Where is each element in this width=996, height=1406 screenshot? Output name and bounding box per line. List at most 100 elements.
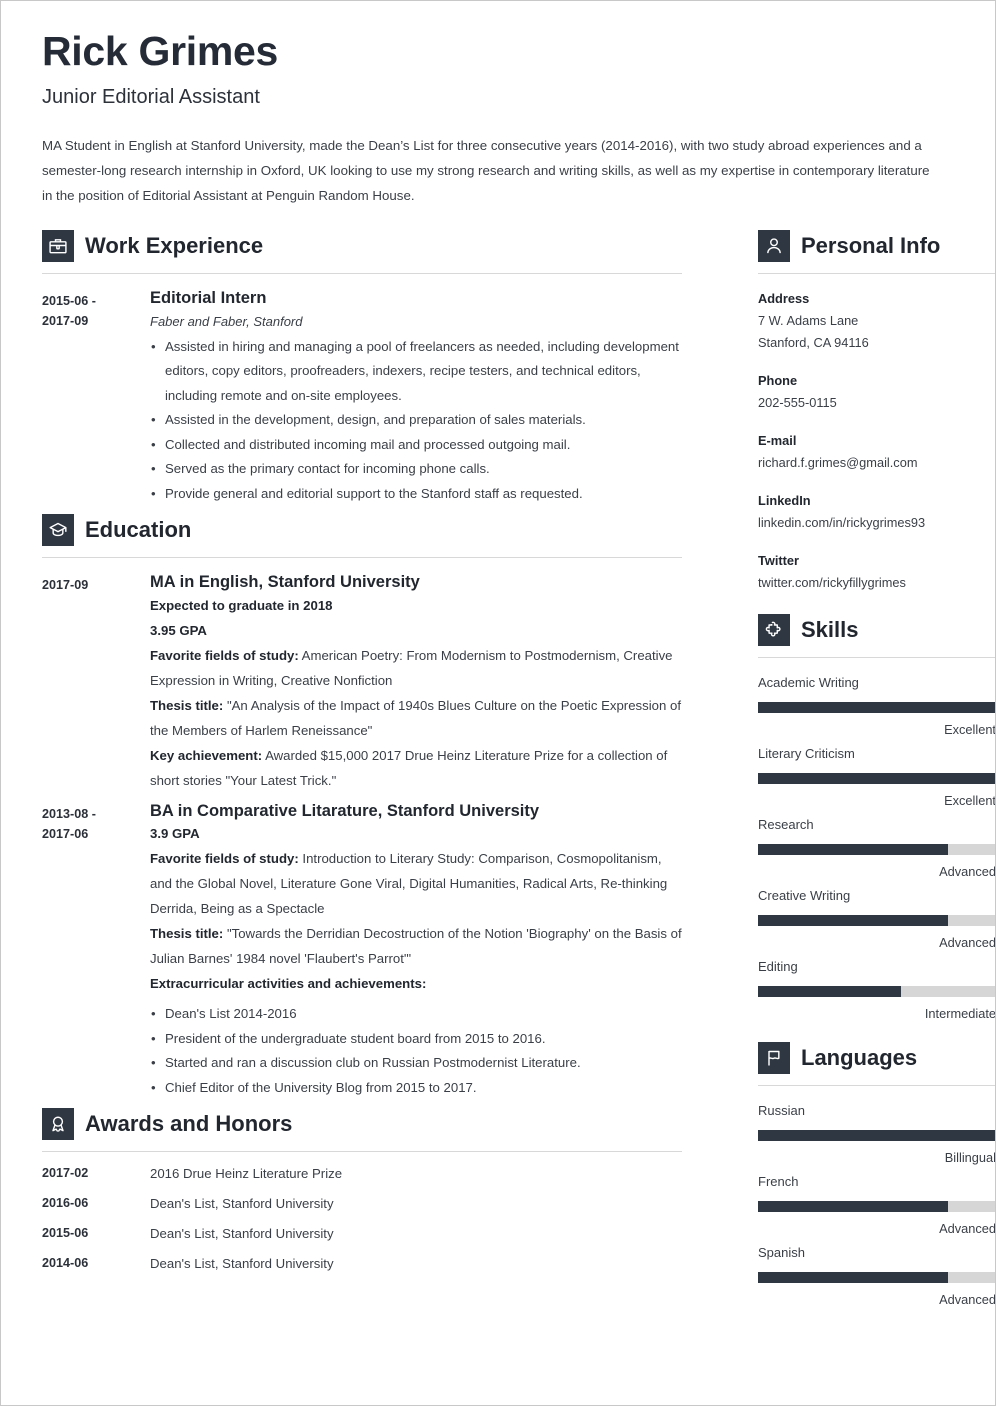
work-entry-bullets: Assisted in hiring and managing a pool o… xyxy=(150,335,682,507)
award-row: 2014-06 Dean's List, Stanford University xyxy=(42,1256,682,1271)
education-entry-date: 2017-09 xyxy=(42,572,150,793)
meter-track xyxy=(758,1272,995,1284)
resume-page: Rick Grimes Junior Editorial Assistant M… xyxy=(0,0,996,1406)
section-awards-and-honors: Awards and Honors 2017-02 2016 Drue Heinz… xyxy=(42,1108,682,1271)
proficiency-meter: Research Advanced xyxy=(758,814,995,882)
info-label: E-mail xyxy=(758,433,797,449)
main-column: Work Experience 2015-06 - 2017-09 Editor… xyxy=(42,230,682,1286)
section-title: Skills xyxy=(801,617,859,643)
meter-fill xyxy=(758,1201,949,1213)
section-title: Education xyxy=(85,517,192,543)
meter-label: Research xyxy=(758,817,814,833)
meter-label: French xyxy=(758,1174,799,1190)
proficiency-meter: French Advanced xyxy=(758,1171,996,1239)
bullet-item: Provide general and editorial support to… xyxy=(150,482,682,507)
meter-track xyxy=(758,844,995,856)
meter-fill xyxy=(758,702,995,714)
education-entry-title: MA in English, Stanford University xyxy=(150,573,420,592)
date-line-1: 2015-06 - xyxy=(42,294,96,309)
education-detail-label: Key achievement: xyxy=(150,747,263,763)
meter-level-label: Billingual xyxy=(944,1150,996,1166)
proficiency-meter: Editing Intermediate xyxy=(758,956,996,1024)
award-text: Dean's List, Stanford University xyxy=(150,1256,334,1272)
education-detail-label: Thesis title: xyxy=(150,926,224,942)
education-highlight: Expected to graduate in 2018 xyxy=(150,597,333,613)
proficiency-meter: Creative Writing Advanced xyxy=(758,885,995,953)
section-divider xyxy=(42,1151,682,1153)
education-highlight: 3.95 GPA xyxy=(150,622,207,638)
meter-track xyxy=(758,1201,995,1213)
work-entry-body: Editorial Intern Faber and Faber, Stanfo… xyxy=(150,288,682,506)
section-divider xyxy=(758,1085,995,1087)
awards-list: 2017-02 2016 Drue Heinz Literature Prize 2… xyxy=(42,1166,682,1271)
section-header: Awards and Honors xyxy=(42,1108,682,1141)
info-label: Address xyxy=(758,291,810,307)
section-divider xyxy=(42,557,682,559)
meter-level-label: Excellent xyxy=(944,722,996,738)
proficiency-meter: Spanish Advanced xyxy=(758,1242,995,1310)
meter-label: Academic Writing xyxy=(758,675,859,691)
section-title: Personal Info xyxy=(801,233,941,259)
award-text: 2016 Drue Heinz Literature Prize xyxy=(150,1166,343,1182)
date-line-1: 2013-08 - xyxy=(42,806,96,821)
meter-label: Literary Criticism xyxy=(758,746,855,762)
languages-list: Russian Billingual French Advanced Spanish Ad… xyxy=(758,1100,996,1310)
award-date: 2015-06 xyxy=(42,1226,89,1241)
section-header: Languages xyxy=(758,1042,995,1075)
work-entry-title: Editorial Intern xyxy=(150,289,267,308)
section-header: Work Experience xyxy=(42,230,682,263)
info-label: Phone xyxy=(758,373,798,389)
education-detail-label: Favorite fields of study: xyxy=(150,851,299,867)
award-date: 2017-02 xyxy=(42,1166,89,1181)
award-date: 2016-06 xyxy=(42,1196,89,1211)
meter-label: Creative Writing xyxy=(758,888,851,904)
info-value: 7 W. Adams Lane xyxy=(758,313,859,329)
bullet-item: Chief Editor of the University Blog from… xyxy=(150,1076,682,1101)
graduation-cap-icon xyxy=(42,514,74,547)
section-header: Personal Info xyxy=(758,230,995,263)
education-entry: 2013-08 - 2017-06 BA in Comparative Litara… xyxy=(42,801,682,1101)
briefcase-icon xyxy=(42,230,74,263)
meter-level-label: Intermediate xyxy=(924,1006,996,1022)
date-line-2: 2017-09 xyxy=(42,314,89,329)
bullet-item: Started and ran a discussion club on Rus… xyxy=(150,1051,682,1076)
meter-track xyxy=(758,986,995,998)
award-date: 2014-06 xyxy=(42,1256,89,1271)
meter-label: Spanish xyxy=(758,1245,805,1261)
meter-track xyxy=(758,1130,995,1142)
bullet-item: Served as the primary contact for incomi… xyxy=(150,457,682,482)
flag-icon xyxy=(758,1042,790,1075)
info-value: richard.f.grimes@gmail.com xyxy=(758,455,918,471)
education-detail: Thesis title: "Towards the Derridian Dec… xyxy=(150,926,682,967)
sidebar-column: Personal Info Address 7 W. Adams Lane Stan… xyxy=(758,230,996,1313)
section-title: Work Experience xyxy=(85,233,264,259)
bullet-item: President of the undergraduate student b… xyxy=(150,1027,682,1052)
section-personal-info: Personal Info Address 7 W. Adams Lane Stan… xyxy=(758,230,995,594)
education-entry-body: BA in Comparative Litarature, Stanford U… xyxy=(150,801,682,1101)
skills-list: Academic Writing Excellent Literary Critic… xyxy=(758,672,996,1024)
section-title: Awards and Honors xyxy=(85,1111,293,1137)
work-entry-date: 2015-06 - 2017-09 xyxy=(42,288,150,506)
education-entry-date: 2013-08 - 2017-06 xyxy=(42,801,150,1101)
meter-level-label: Excellent xyxy=(944,793,996,809)
info-label: Twitter xyxy=(758,553,799,569)
info-value: twitter.com/rickyfillygrimes xyxy=(758,575,906,591)
section-work-experience: Work Experience 2015-06 - 2017-09 Editor… xyxy=(42,230,682,506)
meter-track xyxy=(758,773,995,785)
meter-level-label: Advanced xyxy=(939,1221,996,1237)
meter-fill xyxy=(758,844,949,856)
education-detail-label: Favorite fields of study: xyxy=(150,647,299,663)
info-value: 202-555-0115 xyxy=(758,395,837,411)
professional-summary: MA Student in English at Stanford Univer… xyxy=(42,138,930,204)
education-detail: Key achievement: Awarded $15,000 2017 Dr… xyxy=(150,747,668,788)
candidate-job-title: Junior Editorial Assistant xyxy=(42,86,260,109)
award-row: 2015-06 Dean's List, Stanford University xyxy=(42,1226,682,1241)
bullet-item: Dean's List 2014-2016 xyxy=(150,1002,682,1027)
award-row: 2017-02 2016 Drue Heinz Literature Prize xyxy=(42,1166,682,1181)
work-entry-employer: Faber and Faber, Stanford xyxy=(150,313,303,329)
bullet-item: Assisted in the development, design, and… xyxy=(150,408,682,433)
proficiency-meter: Literary Criticism Excellent xyxy=(758,743,996,811)
meter-fill xyxy=(758,986,901,998)
bullet-item: Collected and distributed incoming mail … xyxy=(150,433,682,458)
section-divider xyxy=(758,657,995,659)
